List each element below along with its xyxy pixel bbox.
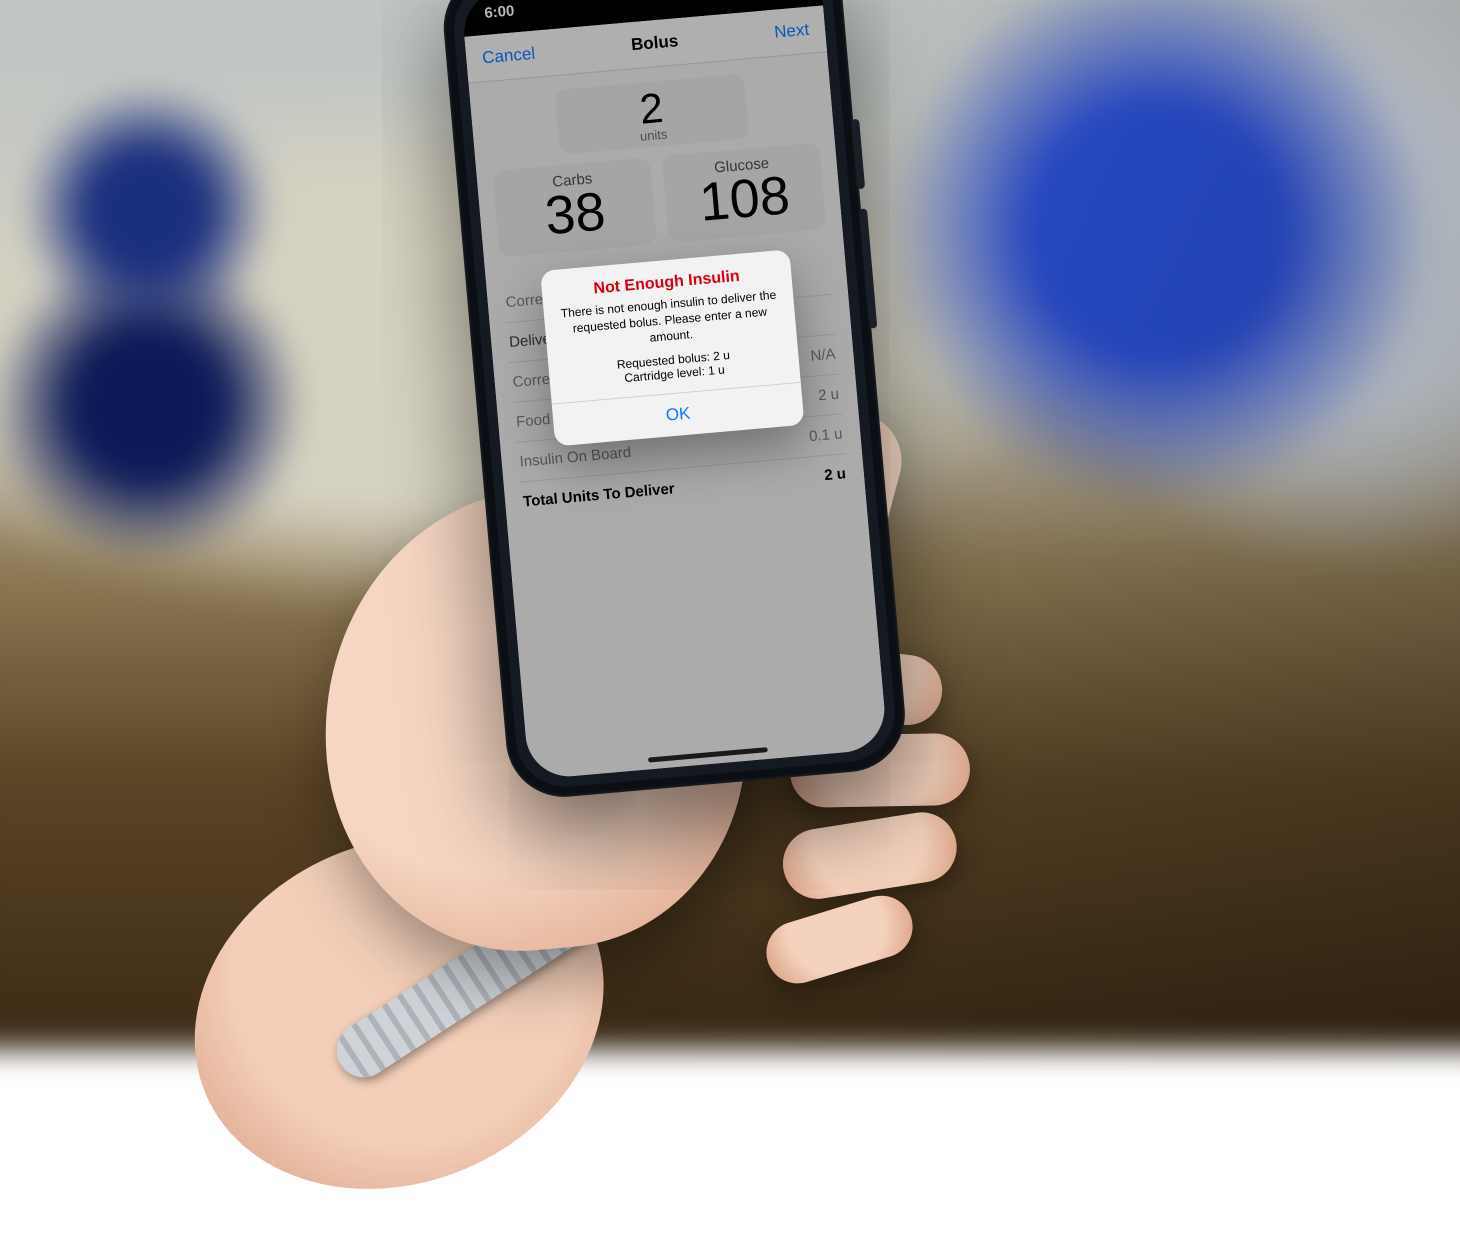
phone-body: 6:00 Cancel Bolus Next 2 units (439, 0, 910, 802)
alert-not-enough-insulin: Not Enough Insulin There is not enough i… (540, 249, 804, 446)
phone-screen: 6:00 Cancel Bolus Next 2 units (461, 0, 888, 780)
